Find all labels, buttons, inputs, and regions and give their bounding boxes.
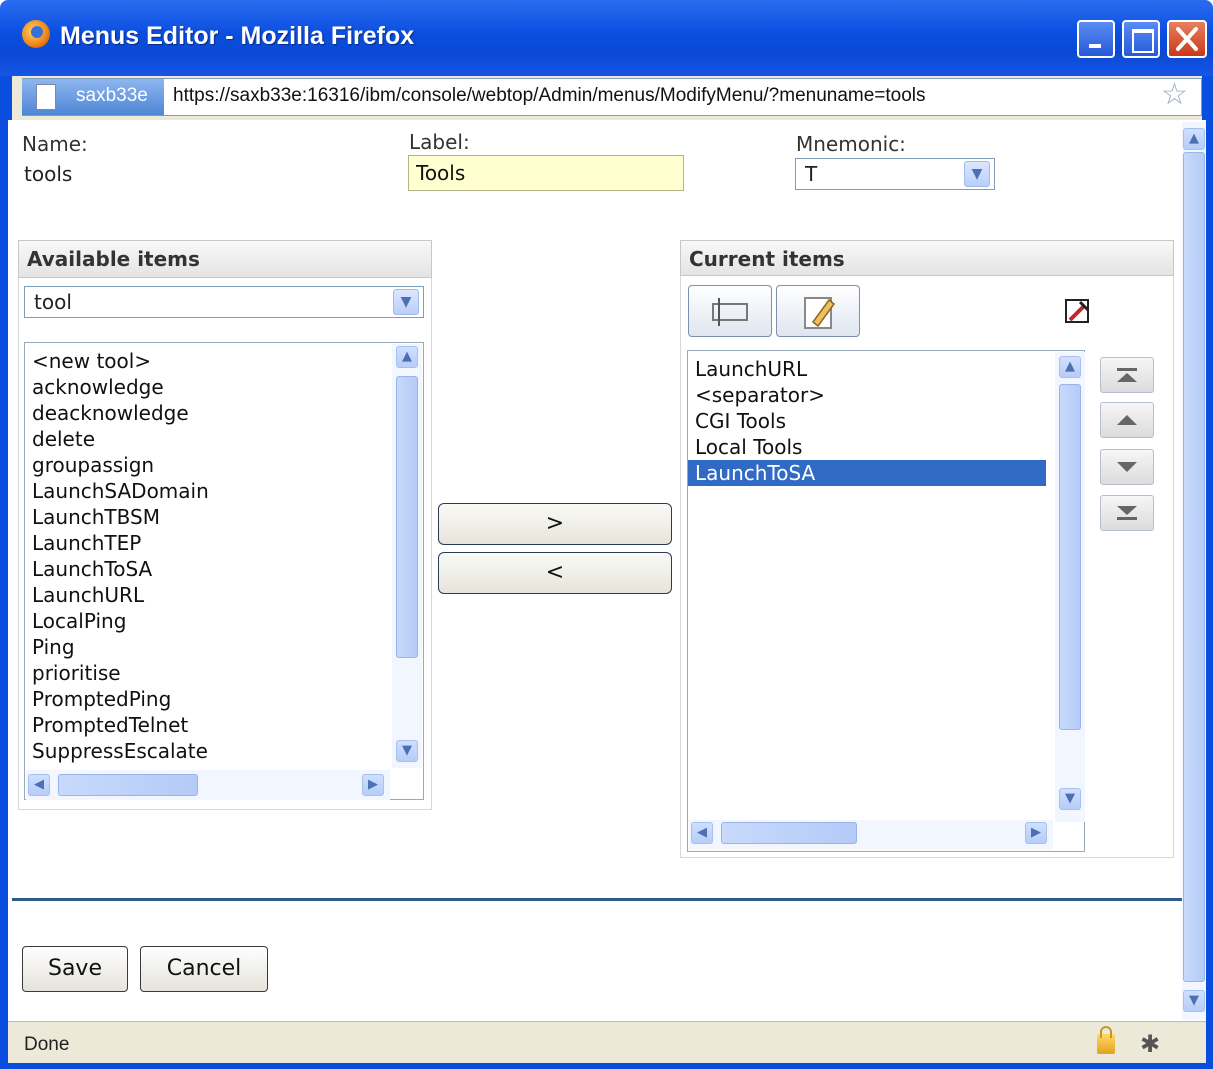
list-item[interactable]: LaunchSADomain xyxy=(32,478,209,504)
move-top-icon xyxy=(1117,368,1137,382)
bookmark-star-icon[interactable]: ☆ xyxy=(1161,80,1188,110)
name-value: tools xyxy=(24,162,73,186)
item-filter-select[interactable] xyxy=(24,286,424,318)
mnemonic-value: T xyxy=(805,162,818,186)
list-item-selected[interactable]: LaunchToSA xyxy=(688,460,1046,486)
list-item[interactable]: groupassign xyxy=(32,452,209,478)
scroll-left-icon[interactable]: ◀ xyxy=(691,822,713,844)
chevron-down-icon[interactable]: ▼ xyxy=(393,289,419,315)
list-item[interactable]: prioritise xyxy=(32,660,209,686)
wand-icon[interactable] xyxy=(1064,298,1092,326)
lock-icon[interactable] xyxy=(1097,1026,1115,1054)
current-items-heading: Current items xyxy=(680,240,1174,276)
move-down-icon xyxy=(1117,462,1137,472)
scroll-left-icon[interactable]: ◀ xyxy=(28,774,50,796)
close-button[interactable] xyxy=(1167,20,1207,58)
item-filter-value: tool xyxy=(34,290,72,314)
minimize-button[interactable] xyxy=(1077,20,1115,58)
section-divider xyxy=(12,898,1182,901)
scroll-down-icon[interactable]: ▼ xyxy=(1183,990,1205,1012)
insert-separator-button[interactable] xyxy=(688,285,772,337)
available-list-vscroll-thumb[interactable] xyxy=(396,376,418,658)
scroll-up-icon[interactable]: ▲ xyxy=(396,346,418,368)
edit-item-button[interactable] xyxy=(776,285,860,337)
list-item[interactable]: <separator> xyxy=(695,382,1046,408)
cancel-button[interactable]: Cancel xyxy=(140,946,268,992)
maximize-button[interactable] xyxy=(1122,20,1160,58)
separator-icon xyxy=(712,298,748,326)
add-item-button[interactable]: > xyxy=(438,503,672,545)
firebug-icon[interactable]: ✱ xyxy=(1140,1030,1160,1058)
list-item[interactable]: LaunchURL xyxy=(32,582,209,608)
site-name: saxb33e xyxy=(76,85,148,106)
scroll-down-icon[interactable]: ▼ xyxy=(396,740,418,762)
current-list-hscroll-thumb[interactable] xyxy=(721,822,857,844)
list-item[interactable]: deacknowledge xyxy=(32,400,209,426)
status-bar xyxy=(8,1021,1206,1063)
url-text[interactable]: https://saxb33e:16316/ibm/console/webtop… xyxy=(173,85,926,107)
page-icon xyxy=(36,84,56,110)
list-item[interactable]: delete xyxy=(32,426,209,452)
chevron-down-icon[interactable]: ▼ xyxy=(964,161,990,187)
list-item[interactable]: acknowledge xyxy=(32,374,209,400)
page-scroll-thumb[interactable] xyxy=(1183,152,1205,982)
list-item[interactable]: LaunchURL xyxy=(695,356,1046,382)
move-up-button[interactable] xyxy=(1100,402,1154,438)
current-items: LaunchURL <separator> CGI Tools Local To… xyxy=(688,356,1046,486)
list-item[interactable]: SuppressEscalate xyxy=(32,738,209,764)
window-border-bottom xyxy=(0,1063,1213,1069)
scroll-right-icon[interactable]: ▶ xyxy=(362,774,384,796)
scroll-down-icon[interactable]: ▼ xyxy=(1059,788,1081,810)
list-item[interactable]: PromptedPing xyxy=(32,686,209,712)
move-to-top-button[interactable] xyxy=(1100,357,1154,393)
list-item[interactable]: LaunchTEP xyxy=(32,530,209,556)
available-list-hscroll-thumb[interactable] xyxy=(58,774,198,796)
list-item[interactable]: LaunchTBSM xyxy=(32,504,209,530)
list-item[interactable]: Ping xyxy=(32,634,209,660)
move-down-button[interactable] xyxy=(1100,449,1154,485)
move-to-bottom-button[interactable] xyxy=(1100,495,1154,531)
firefox-icon xyxy=(22,20,50,48)
edit-icon xyxy=(804,297,836,329)
label-input[interactable] xyxy=(408,155,684,191)
name-label: Name: xyxy=(22,132,88,156)
list-item[interactable]: Local Tools xyxy=(695,434,1046,460)
scroll-up-icon[interactable]: ▲ xyxy=(1059,356,1081,378)
close-icon xyxy=(1176,27,1198,51)
label-label: Label: xyxy=(409,130,470,154)
move-up-icon xyxy=(1117,415,1137,425)
window-border-right xyxy=(1206,76,1213,1069)
scroll-up-icon[interactable]: ▲ xyxy=(1183,128,1205,150)
list-item[interactable]: LocalPing xyxy=(32,608,209,634)
available-items-heading: Available items xyxy=(18,240,432,278)
window-border-left xyxy=(0,76,8,1069)
list-item[interactable]: <new tool> xyxy=(32,348,209,374)
available-items: <new tool> acknowledge deacknowledge del… xyxy=(32,348,209,766)
window-title: Menus Editor - Mozilla Firefox xyxy=(60,22,415,50)
current-list-vscroll-thumb[interactable] xyxy=(1059,384,1081,730)
move-bottom-icon xyxy=(1117,506,1137,520)
list-item[interactable]: LaunchToSA xyxy=(32,556,209,582)
save-button[interactable]: Save xyxy=(22,946,128,992)
list-item[interactable]: CGI Tools xyxy=(695,408,1046,434)
remove-item-button[interactable]: < xyxy=(438,552,672,594)
page-scrollbar[interactable]: ▲ ▼ xyxy=(1182,122,1206,1020)
list-item[interactable]: PromptedTelnet xyxy=(32,712,209,738)
mnemonic-label: Mnemonic: xyxy=(796,132,906,156)
status-text: Done xyxy=(24,1034,70,1055)
scroll-right-icon[interactable]: ▶ xyxy=(1025,822,1047,844)
